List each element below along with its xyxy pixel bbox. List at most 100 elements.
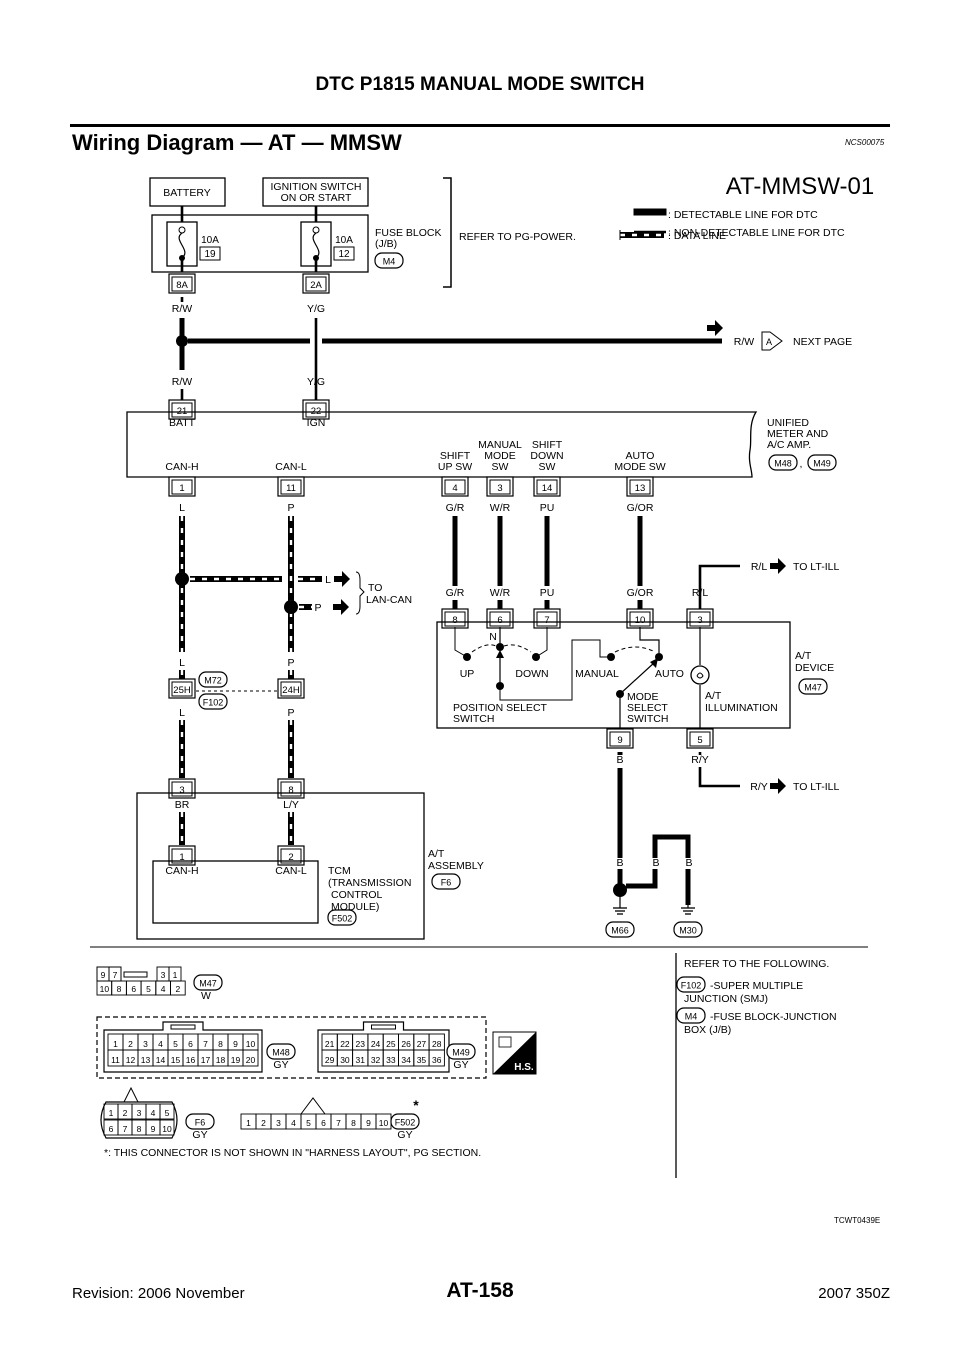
cavity-number: 33 [386, 1055, 396, 1065]
cavity-number: 11 [111, 1055, 120, 1065]
wire-color: L [325, 574, 331, 586]
wire-color: P [287, 657, 294, 669]
connector-id-label: M48 [774, 459, 792, 469]
wire [619, 661, 656, 695]
cavity-number: 4 [161, 984, 166, 994]
pin-number: 8 [452, 615, 457, 626]
pin-number: 8 [288, 785, 293, 796]
cavity-number: 6 [109, 1124, 114, 1134]
wire-color: P [287, 707, 294, 719]
label: SW [539, 461, 556, 473]
cavity-number: 10 [246, 1039, 256, 1049]
connector-id-label: M47 [199, 979, 217, 989]
fuse-rating: 10A [201, 235, 219, 246]
cavity-number: 21 [325, 1039, 335, 1049]
refer-title: REFER TO THE FOLLOWING. [684, 958, 829, 970]
pin-number: 2A [310, 280, 322, 291]
cavity-number: 2 [123, 1108, 128, 1118]
cavity-number: 17 [201, 1055, 211, 1065]
ignition-label: ON OR START [281, 192, 352, 204]
fuse-block-label: (J/B) [375, 238, 397, 250]
refer-pg-power: REFER TO PG-POWER. [459, 231, 576, 243]
splice-dot [496, 643, 504, 651]
refer-item-text: -FUSE BLOCK-JUNCTION [710, 1011, 837, 1023]
fuse-number: 19 [204, 249, 216, 260]
connector-color: GY [273, 1059, 288, 1071]
cavity-number: 19 [231, 1055, 241, 1065]
cavity-number: 24 [371, 1039, 381, 1049]
switch-line [454, 627, 468, 658]
arrow-icon [333, 599, 349, 615]
splice-dot [463, 653, 471, 661]
terminal-label: BATT [169, 417, 196, 429]
next-page-wire: R/W [734, 336, 755, 348]
cavity-number: 1 [173, 970, 178, 980]
mode-select-label: SWITCH [627, 713, 668, 725]
unified-meter-label: A/C AMP. [767, 439, 811, 451]
connector-id-label: M49 [813, 459, 831, 469]
connector-color: GY [397, 1129, 412, 1141]
cavity-number: 14 [156, 1055, 166, 1065]
fuse-terminal [178, 226, 186, 234]
wire-color: L [179, 707, 185, 719]
switch-position-down: DOWN [515, 668, 548, 680]
cavity-number: 32 [371, 1055, 381, 1065]
cavity-number: 2 [261, 1118, 266, 1128]
wire-color: W/R [490, 587, 511, 599]
label: MODE SW [614, 461, 665, 473]
cavity-number: 4 [291, 1118, 296, 1128]
cavity-number: 9 [151, 1124, 156, 1134]
illumination-label: ILLUMINATION [705, 702, 778, 714]
cavity-number: 3 [137, 1108, 142, 1118]
cavity-number: 28 [432, 1039, 442, 1049]
lan-can-label: LAN-CAN [366, 594, 412, 606]
cavity-number: 2 [175, 984, 180, 994]
cavity-number: 5 [306, 1118, 311, 1128]
to-lt-ill: TO LT-ILL [793, 561, 839, 573]
connector-id-label: F102 [681, 981, 702, 991]
terminal-label: CAN-H [165, 461, 198, 473]
footer-page-number: AT-158 [446, 1279, 514, 1302]
cavity-number: 10 [100, 984, 110, 994]
refer-item-text: JUNCTION (SMJ) [684, 993, 768, 1005]
connector-color: GY [192, 1129, 207, 1141]
cavity-number: 10 [162, 1124, 172, 1134]
cavity-number: 6 [188, 1039, 193, 1049]
cavity-number: 30 [340, 1055, 350, 1065]
position-select-label: SWITCH [453, 713, 494, 725]
cavity-number: 16 [186, 1055, 196, 1065]
splice-dot [176, 335, 188, 347]
arrow-icon [707, 320, 723, 336]
connector-id-label: M30 [679, 926, 697, 936]
wire-color: R/Y [750, 781, 768, 793]
cavity-number: 8 [117, 984, 122, 994]
terminal-label: CAN-H [165, 865, 198, 877]
pin-number: 13 [635, 483, 646, 494]
refer-item-text: -SUPER MULTIPLE [710, 980, 803, 992]
pin-number: 3 [497, 483, 502, 494]
pin-number: 24H [282, 685, 300, 696]
switch-position-auto: AUTO [655, 668, 684, 680]
connector-key [300, 1097, 326, 1115]
cavity-number: 3 [143, 1039, 148, 1049]
wire-color: BR [175, 799, 190, 811]
wire [626, 834, 691, 905]
connector-id-label: M4 [383, 257, 396, 267]
cavity-number: 7 [203, 1039, 208, 1049]
arrow-icon [770, 558, 786, 574]
cavity-number: 9 [366, 1118, 371, 1128]
wire-color: G/OR [627, 587, 654, 599]
fuse-icon [312, 232, 320, 259]
wire-color: G/R [446, 502, 465, 514]
cavity-number: 36 [432, 1055, 442, 1065]
splice-dot [613, 883, 627, 897]
cavity-number: 27 [417, 1039, 427, 1049]
wire-color: R/Y [691, 754, 709, 766]
cavity-number: 7 [336, 1118, 341, 1128]
wire [698, 767, 740, 788]
cavity-number: 7 [113, 970, 118, 980]
at-assembly-label: ASSEMBLY [428, 860, 484, 872]
next-page-connector-label: A [766, 337, 772, 347]
lamp-icon [690, 665, 710, 685]
cavity-number: 1 [109, 1108, 114, 1118]
